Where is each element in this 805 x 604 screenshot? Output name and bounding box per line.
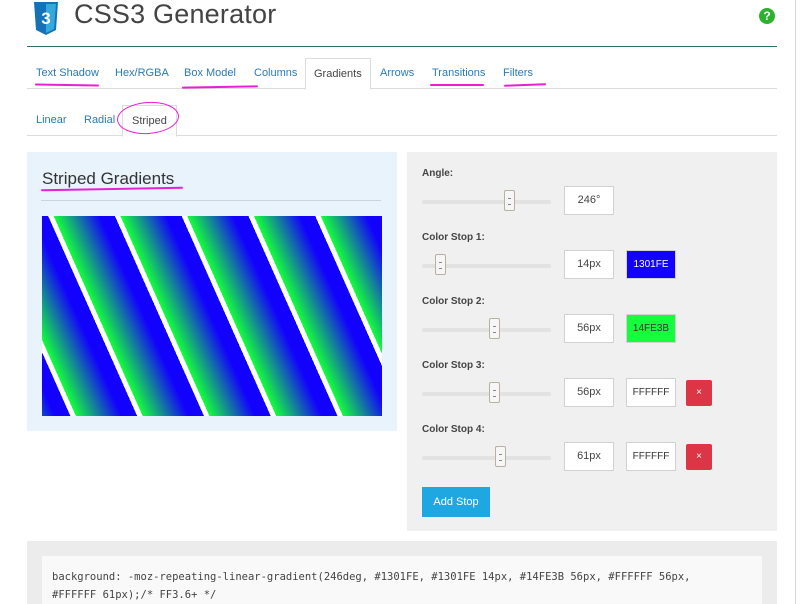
color-stop-2-color[interactable]: 14FE3B: [626, 314, 676, 343]
css-output-line-1: background: -moz-repeating-linear-gradie…: [52, 571, 691, 583]
color-stop-3-handle[interactable]: [488, 382, 500, 403]
color-stop-2-label: Color Stop 2:: [422, 296, 485, 307]
color-stop-1-color[interactable]: 1301FE: [626, 250, 676, 279]
color-stop-3-label: Color Stop 3:: [422, 360, 485, 371]
remove-stop-3-button[interactable]: ×: [686, 380, 712, 406]
css3-shield-icon: 3: [34, 2, 58, 35]
color-stop-4-handle[interactable]: [495, 446, 507, 467]
tab-box-model[interactable]: Box Model: [184, 58, 236, 89]
svg-text:3: 3: [41, 9, 50, 28]
controls-panel: Angle: 246° Color Stop 1: 14px 1301FE Co…: [407, 152, 777, 531]
angle-label: Angle:: [422, 168, 454, 179]
code-panel: background: -moz-repeating-linear-gradie…: [27, 541, 777, 604]
color-stop-3-value[interactable]: 56px: [564, 378, 614, 407]
header-divider: [27, 46, 777, 47]
color-stop-1-value[interactable]: 14px: [564, 250, 614, 279]
annotation-underline: [430, 84, 484, 86]
angle-value[interactable]: 246°: [564, 186, 614, 215]
css-output-line-2: #FFFFFF 61px);/* FF3.6+ */: [52, 589, 217, 601]
window-edge: [795, 0, 796, 604]
angle-slider-handle[interactable]: [504, 190, 516, 211]
gradient-preview: [42, 216, 382, 416]
angle-slider[interactable]: [422, 200, 551, 204]
remove-stop-4-button[interactable]: ×: [686, 444, 712, 470]
color-stop-2-value[interactable]: 56px: [564, 314, 614, 343]
tab-hex-rgba[interactable]: Hex/RGBA: [115, 58, 169, 89]
color-stop-4-label: Color Stop 4:: [422, 424, 485, 435]
subtab-linear[interactable]: Linear: [36, 105, 67, 136]
preview-divider: [41, 200, 381, 201]
color-stop-1-handle[interactable]: [434, 254, 446, 275]
preview-title: Striped Gradients: [42, 169, 175, 188]
color-stop-1-label: Color Stop 1:: [422, 232, 485, 243]
help-icon[interactable]: ?: [759, 8, 775, 24]
app-title: CSS3 Generator: [74, 0, 277, 29]
add-stop-button[interactable]: Add Stop: [422, 487, 490, 517]
tab-arrows[interactable]: Arrows: [380, 58, 414, 89]
tab-gradients[interactable]: Gradients: [305, 58, 371, 90]
subtab-radial[interactable]: Radial: [84, 105, 115, 136]
color-stop-2-handle[interactable]: [488, 318, 500, 339]
color-stop-4-value[interactable]: 61px: [564, 442, 614, 471]
preview-panel: Striped Gradients: [27, 152, 397, 431]
color-stop-3-slider[interactable]: [422, 392, 551, 396]
main-tabs: Text Shadow Hex/RGBA Box Model Columns G…: [27, 58, 777, 90]
color-stop-4-color[interactable]: FFFFFF: [626, 442, 676, 471]
color-stop-4-slider[interactable]: [422, 456, 551, 460]
tab-columns[interactable]: Columns: [254, 58, 297, 89]
css-output[interactable]: background: -moz-repeating-linear-gradie…: [42, 556, 762, 604]
color-stop-3-color[interactable]: FFFFFF: [626, 378, 676, 407]
color-stop-2-slider[interactable]: [422, 328, 551, 332]
